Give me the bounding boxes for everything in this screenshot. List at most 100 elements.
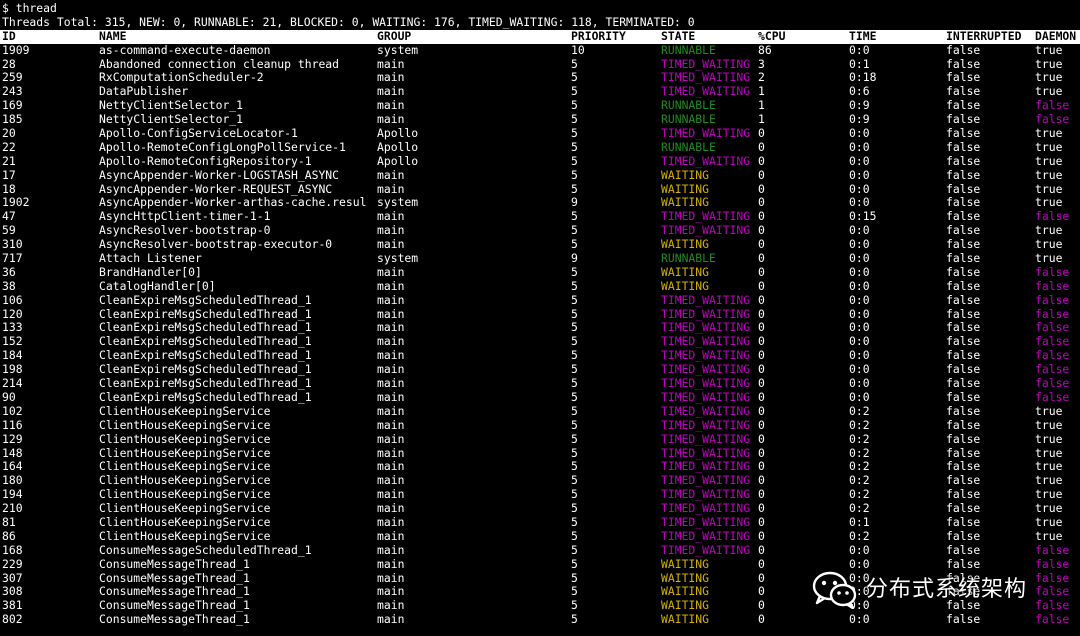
cell-priority: 5 <box>571 224 578 238</box>
cell-id: 90 <box>2 390 16 404</box>
cell-daemon: true <box>1035 71 1063 85</box>
cell-time: 0:0 <box>849 557 870 571</box>
cell-name: CleanExpireMsgScheduledThread_1 <box>99 335 312 349</box>
cell-id: 129 <box>2 432 23 446</box>
cell-time: 0:2 <box>849 502 870 516</box>
cell-id: 381 <box>2 599 23 613</box>
cell-id: 28 <box>2 57 16 71</box>
column-header-cpu: %CPU <box>758 29 786 43</box>
cell-name: ConsumeMessageThread_1 <box>99 613 250 627</box>
table-row: 38 CatalogHandler[0] main 5 WAITING 0 0:0 false… <box>0 280 1080 294</box>
cell-interrupted: false <box>946 140 981 154</box>
cell-state: TIMED_WAITING <box>661 224 751 238</box>
cell-priority: 5 <box>571 529 578 543</box>
cell-id: 120 <box>2 307 23 321</box>
cell-group: main <box>377 571 405 585</box>
cell-name: AsyncAppender-Worker-arthas-cache.resul <box>99 196 367 210</box>
cell-interrupted: false <box>946 613 981 627</box>
cell-daemon: true <box>1035 432 1063 446</box>
cell-cpu: 0 <box>758 613 765 627</box>
cell-state: RUNNABLE <box>661 140 716 154</box>
table-row: 102 ClientHouseKeepingService main 5 TIMED_W… <box>0 405 1080 419</box>
cell-state: TIMED_WAITING <box>661 377 751 391</box>
cell-priority: 5 <box>571 127 578 141</box>
terminal-window[interactable]: $ thread Threads Total: 315, NEW: 0, RUN… <box>0 0 1080 636</box>
cell-id: 259 <box>2 71 23 85</box>
cell-name: AsyncResolver-bootstrap-executor-0 <box>99 238 333 252</box>
cell-priority: 5 <box>571 474 578 488</box>
cell-state: WAITING <box>661 599 710 613</box>
cell-state: TIMED_WAITING <box>661 321 751 335</box>
column-header-daemon: DAEMON <box>1035 29 1077 43</box>
cell-interrupted: false <box>946 418 981 432</box>
cell-priority: 5 <box>571 293 578 307</box>
cell-interrupted: false <box>946 585 981 599</box>
cell-daemon: true <box>1035 529 1063 543</box>
column-header-group: GROUP <box>377 29 412 43</box>
cell-cpu: 0 <box>758 210 765 224</box>
cell-interrupted: false <box>946 460 981 474</box>
cell-group: main <box>377 293 405 307</box>
cell-cpu: 0 <box>758 418 765 432</box>
cell-time: 0:0 <box>849 238 870 252</box>
cell-name: CleanExpireMsgScheduledThread_1 <box>99 390 312 404</box>
cell-name: ConsumeMessageScheduledThread_1 <box>99 543 312 557</box>
cell-id: 148 <box>2 446 23 460</box>
cell-priority: 9 <box>571 252 578 266</box>
cell-priority: 5 <box>571 168 578 182</box>
cell-priority: 5 <box>571 390 578 404</box>
cell-group: main <box>377 613 405 627</box>
cell-priority: 5 <box>571 571 578 585</box>
cell-time: 0:0 <box>849 168 870 182</box>
cell-daemon: true <box>1035 140 1063 154</box>
cell-cpu: 0 <box>758 446 765 460</box>
cell-time: 0:0 <box>849 182 870 196</box>
cell-id: 168 <box>2 543 23 557</box>
cell-interrupted: false <box>946 571 981 585</box>
cell-daemon: true <box>1035 488 1063 502</box>
cell-daemon: false <box>1035 307 1070 321</box>
cell-id: 717 <box>2 252 23 266</box>
column-header-time: TIME <box>849 29 877 43</box>
cell-time: 0:6 <box>849 85 870 99</box>
cell-name: ConsumeMessageThread_1 <box>99 585 250 599</box>
cell-interrupted: false <box>946 71 981 85</box>
command-prompt-line: $ thread <box>2 1 57 15</box>
cell-name: RxComputationScheduler-2 <box>99 71 264 85</box>
cell-daemon: false <box>1035 543 1070 557</box>
cell-priority: 5 <box>571 321 578 335</box>
cell-cpu: 0 <box>758 168 765 182</box>
cell-group: main <box>377 224 405 238</box>
cell-group: main <box>377 182 405 196</box>
table-row: 802 ConsumeMessageThread_1 main 5 WAITING 0 0:… <box>0 613 1080 627</box>
table-row: 717 Attach Listener system 9 RUNNABLE 0 0:0 fal… <box>0 252 1080 266</box>
cell-daemon: false <box>1035 265 1070 279</box>
cell-cpu: 0 <box>758 363 765 377</box>
cell-daemon: true <box>1035 252 1063 266</box>
cell-time: 0:0 <box>849 543 870 557</box>
table-row: 259 RxComputationScheduler-2 main 5 TIMED_WA… <box>0 71 1080 85</box>
cell-cpu: 0 <box>758 571 765 585</box>
cell-time: 0:2 <box>849 529 870 543</box>
cell-daemon: true <box>1035 168 1063 182</box>
cell-time: 0:15 <box>849 210 877 224</box>
cell-state: WAITING <box>661 613 710 627</box>
cell-state: TIMED_WAITING <box>661 543 751 557</box>
cell-cpu: 0 <box>758 474 765 488</box>
cell-priority: 5 <box>571 307 578 321</box>
cell-group: main <box>377 210 405 224</box>
thread-table-body: 1909 as-command-execute-daemon system 10 RUN… <box>0 44 1080 627</box>
cell-daemon: false <box>1035 390 1070 404</box>
cell-interrupted: false <box>946 363 981 377</box>
cell-time: 0:0 <box>849 293 870 307</box>
cell-name: CleanExpireMsgScheduledThread_1 <box>99 321 312 335</box>
cell-id: 106 <box>2 293 23 307</box>
column-header-priority: PRIORITY <box>571 29 626 43</box>
cell-id: 18 <box>2 182 16 196</box>
cell-id: 81 <box>2 515 16 529</box>
cell-cpu: 0 <box>758 279 765 293</box>
cell-state: TIMED_WAITING <box>661 529 751 543</box>
column-header-name: NAME <box>99 29 127 43</box>
cell-state: TIMED_WAITING <box>661 474 751 488</box>
cell-priority: 5 <box>571 113 578 127</box>
